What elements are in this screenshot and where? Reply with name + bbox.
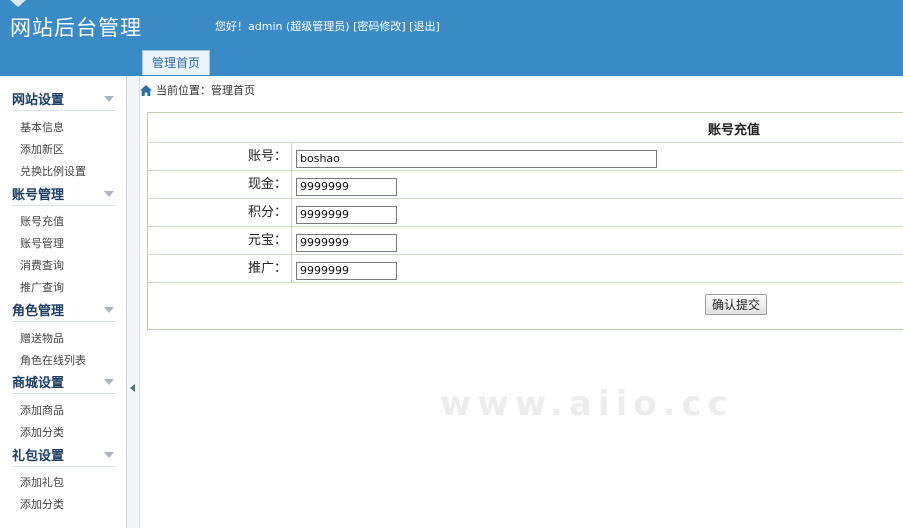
home-icon [140, 85, 152, 96]
greeting: 您好！ [215, 20, 248, 33]
change-password-link[interactable]: [密码修改] [353, 20, 406, 33]
form-title-row: 账号充值 [148, 113, 903, 143]
sidebar-item[interactable]: 角色在线列表 [20, 352, 86, 368]
sidebar-item[interactable]: 添加商品 [20, 402, 64, 418]
promotion-label: 推广： [148, 255, 292, 282]
cash-input[interactable] [296, 177, 397, 196]
account-input[interactable] [296, 149, 657, 168]
sidebar-group-header[interactable]: 礼包设置 [12, 442, 116, 467]
breadcrumb: 当前位置：管理首页 [140, 82, 255, 98]
sidebar: 网站设置 基本信息 添加新区 兑换比例设置 账号管理 账号充值 账号管理 消费查… [0, 76, 127, 528]
username: admin [248, 20, 283, 33]
user-role: (超级管理员) [285, 20, 350, 33]
chevron-down-icon[interactable] [104, 191, 114, 197]
chevron-down-icon[interactable] [104, 452, 114, 458]
sidebar-group-shop: 商城设置 [0, 369, 126, 394]
sidebar-group-role: 角色管理 [0, 297, 126, 322]
submit-button[interactable]: 确认提交 [705, 294, 768, 315]
sidebar-item[interactable]: 推广查询 [20, 279, 64, 295]
sidebar-group-title: 账号管理 [12, 188, 65, 203]
sidebar-group-site-settings: 网站设置 [0, 86, 126, 111]
ingot-input[interactable] [296, 233, 397, 252]
sidebar-group-header[interactable]: 账号管理 [12, 181, 116, 206]
sidebar-group-title: 角色管理 [12, 304, 65, 319]
logo-notch [10, 0, 26, 7]
sidebar-item[interactable]: 账号充值 [20, 213, 64, 229]
chevron-down-icon[interactable] [104, 307, 114, 313]
sidebar-group-gift: 礼包设置 [0, 442, 126, 467]
form-row-promotion: 推广： [148, 255, 903, 283]
form-row-cash: 现金： [148, 171, 903, 199]
ingot-label: 元宝： [148, 227, 292, 254]
points-label: 积分： [148, 199, 292, 226]
sidebar-item[interactable]: 添加礼包 [20, 474, 64, 490]
sidebar-item[interactable]: 添加新区 [20, 141, 64, 157]
watermark: www.aiio.cc [440, 384, 734, 424]
main-content: 当前位置：管理首页 账号充值 账号： 现金： 积分： 元宝： 推广： 确认提交 [140, 76, 903, 528]
points-input[interactable] [296, 205, 397, 224]
logout-link[interactable]: [退出] [409, 20, 440, 33]
sidebar-group-title: 礼包设置 [12, 449, 65, 464]
sidebar-group-title: 商城设置 [12, 376, 65, 391]
cash-label: 现金： [148, 171, 292, 198]
arrow-left-icon[interactable] [130, 384, 135, 392]
site-title: 网站后台管理 [10, 16, 142, 40]
breadcrumb-text: 当前位置：管理首页 [156, 84, 255, 97]
tab-home[interactable]: 管理首页 [142, 50, 211, 75]
sidebar-group-header[interactable]: 网站设置 [12, 86, 116, 111]
sidebar-item[interactable]: 账号管理 [20, 235, 64, 251]
user-bar: 您好！admin (超级管理员) [密码修改] [退出] [215, 18, 440, 34]
sidebar-item[interactable]: 添加分类 [20, 424, 64, 440]
form-title: 账号充值 [708, 123, 761, 138]
sidebar-group-title: 网站设置 [12, 93, 65, 108]
sidebar-item[interactable]: 基本信息 [20, 119, 64, 135]
form-row-points: 积分： [148, 199, 903, 227]
chevron-down-icon[interactable] [104, 96, 114, 102]
sidebar-group-header[interactable]: 商城设置 [12, 369, 116, 394]
sidebar-item[interactable]: 添加分类 [20, 496, 64, 512]
account-label: 账号： [148, 143, 292, 170]
recharge-form: 账号充值 账号： 现金： 积分： 元宝： 推广： 确认提交 [147, 112, 903, 330]
form-submit-row: 确认提交 [148, 283, 903, 329]
form-row-ingot: 元宝： [148, 227, 903, 255]
sidebar-splitter[interactable] [127, 76, 140, 528]
sidebar-item[interactable]: 赠送物品 [20, 330, 64, 346]
sidebar-item[interactable]: 消费查询 [20, 257, 64, 273]
sidebar-group-account: 账号管理 [0, 181, 126, 206]
top-header: 网站后台管理 您好！admin (超级管理员) [密码修改] [退出] 管理首页 [0, 0, 903, 76]
promotion-input[interactable] [296, 261, 397, 280]
sidebar-item[interactable]: 兑换比例设置 [20, 163, 86, 179]
sidebar-group-header[interactable]: 角色管理 [12, 297, 116, 322]
chevron-down-icon[interactable] [104, 379, 114, 385]
form-row-account: 账号： [148, 143, 903, 171]
